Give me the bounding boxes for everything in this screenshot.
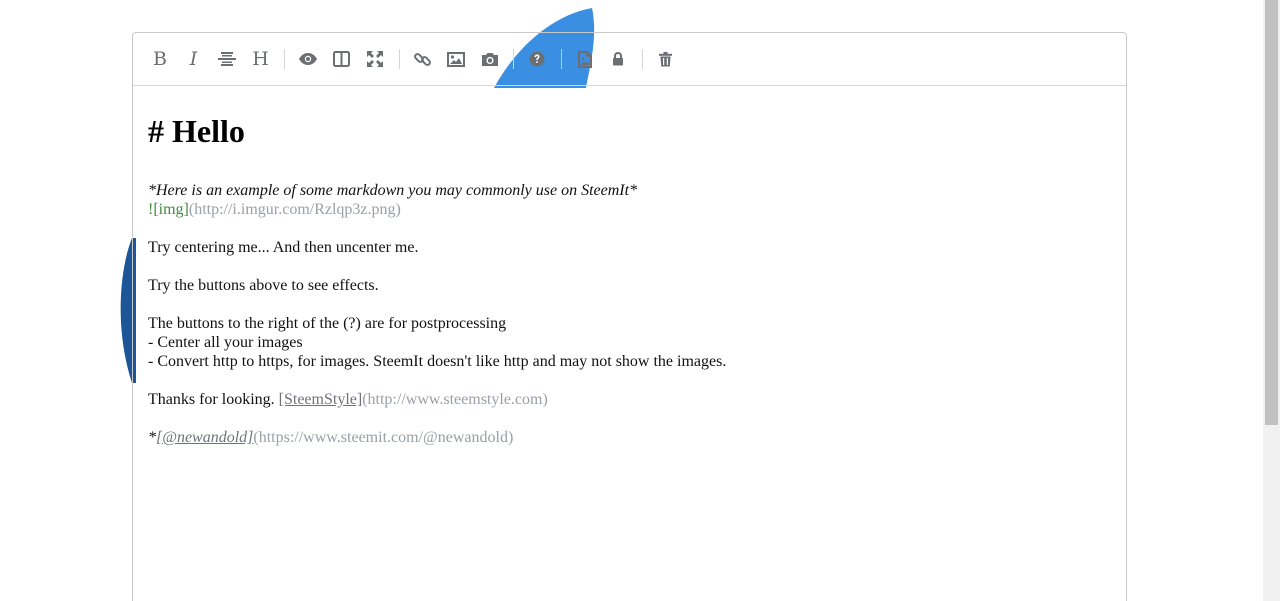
heading-button[interactable]: H [245,44,277,74]
toolbar-separator [641,49,643,69]
eye-icon [299,53,317,65]
thanks-line: Thanks for looking. [SteemStyle](http://… [148,390,1108,409]
markdown-editor: B I H # Hello *Here is an example of som… [132,32,1127,601]
preview-button[interactable] [292,44,324,74]
fullscreen-button[interactable] [359,44,391,74]
image-icon [447,51,465,67]
editor-content[interactable]: # Hello *Here is an example of some mark… [148,113,1108,447]
link-button[interactable] [407,44,439,74]
postprocess-line: The buttons to the right of the (?) are … [148,315,507,332]
italic-line: *Here is an example of some markdown you… [148,182,638,199]
author-prefix: * [148,429,156,446]
scrollbar-thumb[interactable] [1265,0,1278,425]
image-button[interactable] [440,44,472,74]
author-line: *[@newandold](https://www.steemit.com/@n… [148,428,1108,447]
markdown-heading: # Hello [148,113,245,149]
italic-button[interactable]: I [178,44,210,74]
buttons-line: Try the buttons above to see effects. [148,277,379,294]
bullet-convert-https: - Convert http to https, for images. Ste… [148,353,727,370]
author-link[interactable]: [@newandold] [156,429,253,446]
camera-icon [481,52,498,66]
bullet-center-images: - Center all your images [148,334,303,351]
lock-icon [613,52,623,66]
page-scrollbar[interactable] [1263,0,1280,601]
side-by-side-button[interactable] [326,44,358,74]
fullscreen-icon [367,51,383,67]
page: B I H # Hello *Here is an example of som… [0,0,1280,601]
image-markdown-url: (http://i.imgur.com/Rzlqp3z.png) [188,201,401,218]
center-image-icon [577,50,592,68]
bold-button[interactable]: B [144,44,176,74]
link-icon [414,52,431,66]
strikethrough-icon [218,52,236,66]
bold-icon: B [153,47,167,70]
strikethrough-button[interactable] [211,44,243,74]
image-markdown-label: ![img] [148,201,189,218]
trash-icon [659,51,672,66]
image-markdown-line: ![img](http://i.imgur.com/Rzlqp3z.png) [148,200,1108,219]
steemstyle-url: (http://www.steemstyle.com) [362,391,548,408]
italic-icon: I [189,47,198,70]
camera-button[interactable] [474,44,506,74]
centering-line: Try centering me... And then uncenter me… [148,239,419,256]
thanks-text: Thanks for looking. [148,391,279,408]
help-button[interactable] [521,44,553,74]
toolbar-separator [398,49,400,69]
steemstyle-link[interactable]: [SteemStyle] [279,391,363,408]
help-icon [529,51,545,67]
center-images-button[interactable] [569,44,601,74]
author-url: (https://www.steemit.com/@newandold) [253,429,514,446]
https-convert-button[interactable] [602,44,634,74]
clear-button[interactable] [650,44,682,74]
toolbar-separator [513,49,514,69]
editor-toolbar: B I H [133,33,1126,86]
toolbar-separator [284,49,285,69]
toolbar-separator [560,49,562,69]
side-by-side-icon [333,51,350,67]
heading-icon: H [252,47,269,70]
